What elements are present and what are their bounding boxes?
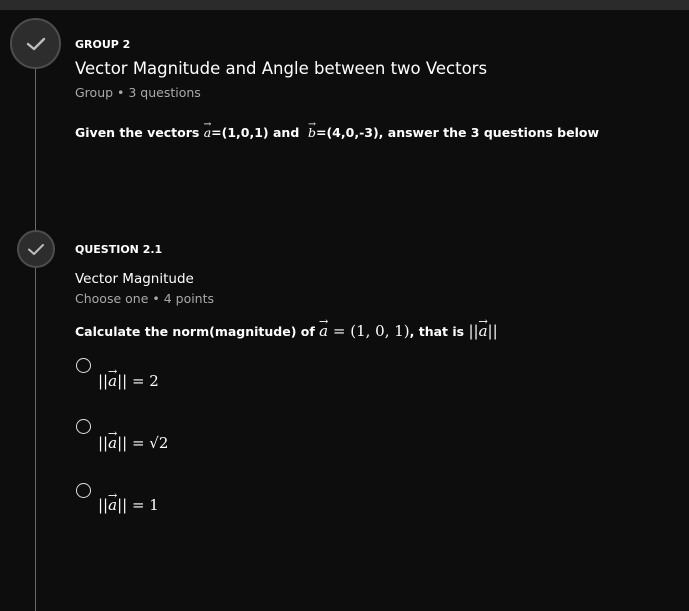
question-eyebrow: QUESTION 2.1 — [75, 243, 163, 256]
option-radio[interactable] — [76, 419, 91, 434]
prompt-text: Given the vectors — [75, 125, 204, 140]
option-label[interactable]: ||a|| = √2 — [98, 434, 168, 452]
vector-a: a — [319, 322, 328, 340]
vector-a: a — [108, 434, 117, 452]
timeline-line — [35, 66, 36, 611]
vector-b: b — [308, 125, 316, 140]
top-bar — [0, 0, 689, 10]
group-meta: Group • 3 questions — [75, 85, 201, 100]
prompt-text: =(4,0,-3), answer the 3 questions below — [316, 125, 599, 140]
prompt-equation: = (1, 0, 1) — [328, 322, 410, 340]
question-title: Vector Magnitude — [75, 271, 194, 287]
check-icon — [28, 243, 44, 255]
norm-bar: || — [98, 434, 109, 452]
option-value: = √2 — [127, 434, 169, 452]
norm-bar: || — [98, 372, 109, 390]
norm-bar: || — [117, 434, 128, 452]
group-status-indicator — [10, 18, 61, 69]
norm-bar: || — [487, 322, 498, 340]
check-icon — [26, 37, 45, 50]
group-prompt: Given the vectors a=(1,0,1) and b=(4,0,-… — [75, 125, 599, 140]
option-label[interactable]: ||a|| = 1 — [98, 496, 159, 514]
vector-a: a — [204, 125, 211, 140]
question-status-indicator — [17, 230, 55, 268]
group-eyebrow: GROUP 2 — [75, 38, 131, 51]
norm-bar: || — [117, 496, 128, 514]
question-prompt: Calculate the norm(magnitude) of a = (1,… — [75, 322, 498, 340]
question-meta: Choose one • 4 points — [75, 291, 215, 306]
norm-bar: || — [98, 496, 109, 514]
group-title: Vector Magnitude and Angle between two V… — [75, 59, 488, 78]
prompt-text: , that is — [409, 324, 469, 339]
norm-bar: || — [117, 372, 128, 390]
vector-a: a — [108, 372, 117, 390]
vector-a: a — [479, 322, 488, 340]
prompt-text: =(1,0,1) and — [211, 125, 304, 140]
option-radio[interactable] — [76, 358, 91, 373]
prompt-text: Calculate the norm(magnitude) of — [75, 324, 320, 339]
norm-bar: || — [468, 322, 479, 340]
option-label[interactable]: ||a|| = 2 — [98, 372, 159, 390]
option-value: = 2 — [127, 372, 159, 390]
option-value: = 1 — [127, 496, 159, 514]
vector-a: a — [108, 496, 117, 514]
option-radio[interactable] — [76, 483, 91, 498]
